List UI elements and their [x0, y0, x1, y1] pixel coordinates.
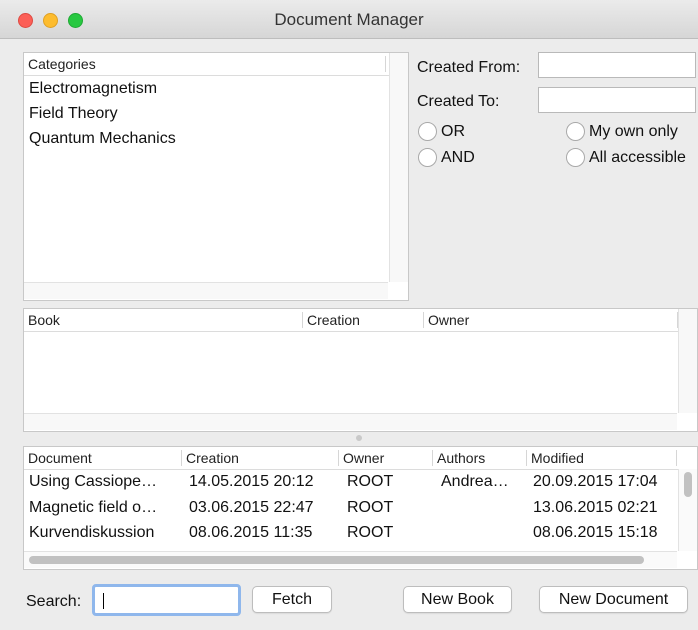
or-radio-label: OR: [441, 122, 465, 140]
document-owner-cell: ROOT: [347, 524, 394, 541]
and-radio[interactable]: AND: [418, 148, 475, 167]
document-horizontal-scrollbar[interactable]: [24, 551, 677, 568]
and-radio-circle[interactable]: [418, 148, 437, 167]
my-own-only-radio[interactable]: My own only: [566, 122, 678, 141]
all-accessible-radio[interactable]: All accessible: [566, 148, 686, 167]
document-horizontal-scroll-thumb[interactable]: [29, 556, 644, 564]
document-name-cell: Kurvendiskussion: [29, 524, 155, 541]
categories-header: Categories: [24, 53, 408, 76]
book-creation-column-header[interactable]: Creation: [303, 312, 424, 328]
document-column-header[interactable]: Document: [24, 450, 182, 466]
book-vertical-scrollbar[interactable]: [678, 309, 697, 413]
document-owner-cell: ROOT: [347, 473, 394, 490]
category-item[interactable]: Electromagnetism: [29, 80, 157, 98]
new-book-button[interactable]: New Book: [403, 586, 512, 613]
all-accessible-label: All accessible: [589, 148, 686, 166]
document-name-cell: Magnetic field o…: [29, 499, 158, 516]
category-item[interactable]: Quantum Mechanics: [29, 130, 176, 148]
categories-vertical-scrollbar[interactable]: [389, 53, 408, 282]
book-horizontal-scrollbar[interactable]: [24, 413, 677, 430]
book-table[interactable]: Book Creation Owner: [23, 308, 698, 432]
document-vertical-scrollbar[interactable]: [678, 469, 697, 551]
book-column-header[interactable]: Book: [24, 312, 303, 328]
or-radio-circle[interactable]: [418, 122, 437, 141]
created-to-field[interactable]: [538, 87, 696, 113]
search-label: Search:: [26, 593, 82, 610]
or-radio[interactable]: OR: [418, 122, 465, 141]
created-from-label: Created From:: [417, 59, 521, 76]
categories-horizontal-scrollbar[interactable]: [24, 282, 388, 299]
document-vertical-scroll-thumb[interactable]: [684, 472, 692, 497]
document-table[interactable]: Document Creation Owner Authors Modified…: [23, 446, 698, 570]
document-creation-cell: 14.05.2015 20:12: [189, 473, 314, 490]
all-accessible-radio-circle[interactable]: [566, 148, 585, 167]
my-own-only-label: My own only: [589, 122, 678, 140]
fetch-button[interactable]: Fetch: [252, 586, 332, 613]
document-creation-cell: 03.06.2015 22:47: [189, 499, 314, 516]
document-creation-column-header[interactable]: Creation: [182, 450, 339, 466]
document-modified-cell: 20.09.2015 17:04: [533, 473, 658, 490]
document-modified-cell: 13.06.2015 02:21: [533, 499, 658, 516]
categories-column-header[interactable]: Categories: [24, 56, 386, 72]
document-authors-column-header[interactable]: Authors: [433, 450, 527, 466]
split-view-handle[interactable]: [356, 435, 362, 441]
document-table-header: Document Creation Owner Authors Modified: [24, 447, 697, 470]
document-owner-column-header[interactable]: Owner: [339, 450, 433, 466]
document-owner-cell: ROOT: [347, 499, 394, 516]
document-name-cell: Using Cassiope…: [29, 473, 158, 490]
book-table-header: Book Creation Owner: [24, 309, 697, 332]
window-title: Document Manager: [274, 10, 424, 29]
document-modified-column-header[interactable]: Modified: [527, 450, 677, 466]
my-own-only-radio-circle[interactable]: [566, 122, 585, 141]
categories-list[interactable]: Categories Electromagnetism Field Theory…: [23, 52, 409, 301]
document-authors-cell: Andrea…: [441, 473, 509, 490]
document-creation-cell: 08.06.2015 11:35: [189, 524, 313, 541]
created-to-label: Created To:: [417, 93, 500, 110]
search-input[interactable]: [92, 584, 241, 616]
category-item[interactable]: Field Theory: [29, 105, 118, 123]
new-document-button[interactable]: New Document: [539, 586, 688, 613]
title-bar: Document Manager: [0, 0, 698, 39]
document-modified-cell: 08.06.2015 15:18: [533, 524, 658, 541]
created-from-field[interactable]: [538, 52, 696, 78]
text-cursor: [103, 593, 104, 609]
and-radio-label: AND: [441, 148, 475, 166]
book-owner-column-header[interactable]: Owner: [424, 312, 678, 328]
